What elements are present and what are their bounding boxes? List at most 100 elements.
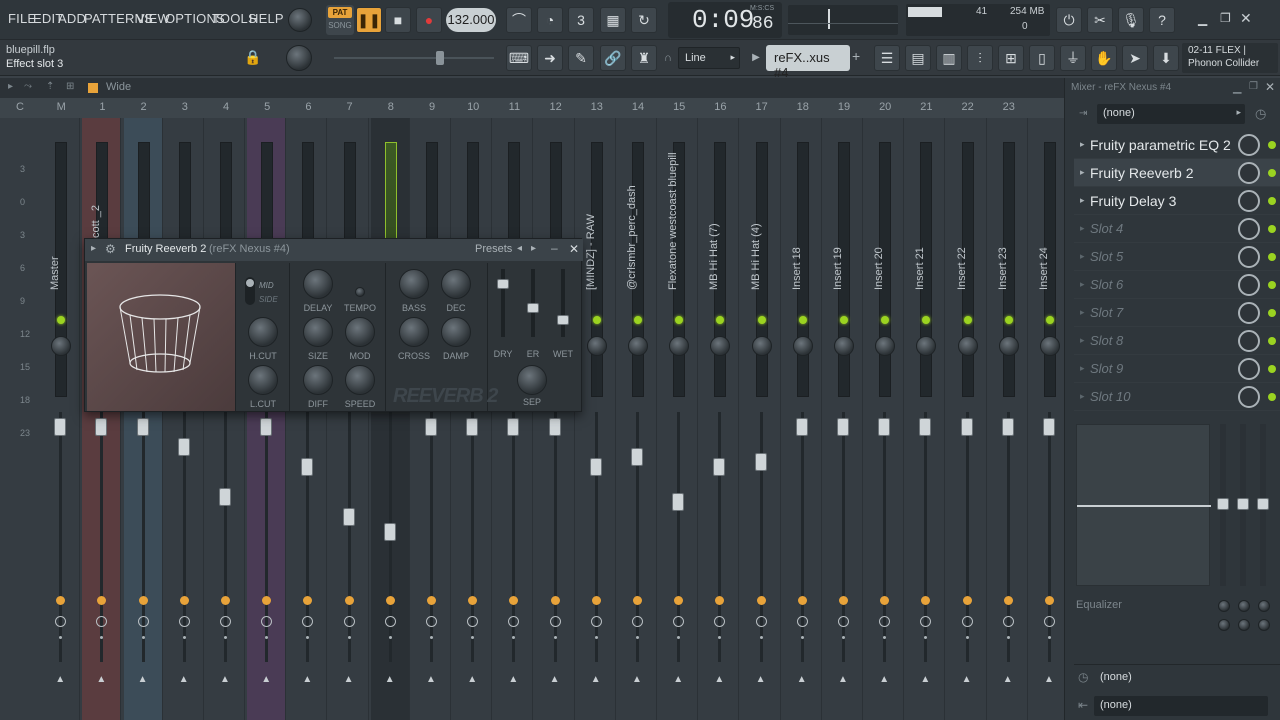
effect-slot-4[interactable]: ▸ Slot 4 <box>1074 215 1280 243</box>
mixer-strip-5[interactable]: 3▲ <box>206 118 245 720</box>
volume-fader[interactable] <box>1043 418 1055 436</box>
plugin-picker-button[interactable]: ▯ <box>1029 45 1055 71</box>
cut-button[interactable]: ✂ <box>1087 7 1113 33</box>
pan-knob[interactable] <box>792 336 813 356</box>
minimize-icon[interactable]: – <box>551 241 558 255</box>
route-arrow-icon[interactable]: ▲ <box>962 674 972 685</box>
draw-tool-button[interactable]: ✎ <box>568 45 594 71</box>
mixer-strip-18[interactable]: MB Hi Hat (4) ▲ <box>742 118 781 720</box>
next-preset-icon[interactable]: ▸ <box>531 243 536 254</box>
hcut-knob[interactable] <box>248 317 278 347</box>
route-arrow-icon[interactable]: ▲ <box>714 674 724 685</box>
view-icon[interactable]: ⤳ <box>24 81 32 92</box>
route-arrow-icon[interactable]: ▲ <box>550 674 560 685</box>
output-selector-1[interactable]: (none) <box>1100 671 1132 683</box>
volume-fader[interactable] <box>672 493 685 511</box>
slot-mix-knob[interactable] <box>1238 274 1260 296</box>
fx-send-led[interactable] <box>756 596 766 605</box>
active-led[interactable] <box>798 316 807 324</box>
fx-send-led[interactable] <box>221 596 230 605</box>
pitch-slider-handle[interactable] <box>436 51 444 65</box>
metronome-button[interactable]: ⌒ <box>506 7 532 33</box>
route-arrow-icon[interactable]: ▲ <box>55 674 65 685</box>
fx-send-led[interactable] <box>797 596 807 605</box>
eq-freq-knob-1[interactable] <box>1218 600 1230 612</box>
add-pattern-button[interactable]: + <box>852 48 860 64</box>
view-mode-label[interactable]: Wide <box>106 81 131 93</box>
route-knob[interactable] <box>178 616 190 627</box>
fx-send-led[interactable] <box>344 596 354 605</box>
volume-fader[interactable] <box>95 418 108 436</box>
dec-knob[interactable] <box>441 269 471 299</box>
eq-bw-knob-3[interactable] <box>1258 619 1270 631</box>
fx-send-led[interactable] <box>385 596 395 605</box>
volume-fader[interactable] <box>631 448 643 466</box>
volume-fader[interactable] <box>301 458 314 476</box>
stamp-button[interactable]: ♜ <box>631 45 657 71</box>
effect-slot-1[interactable]: ▸ Fruity parametric EQ 2 <box>1074 131 1280 159</box>
fx-send-led[interactable] <box>839 596 848 605</box>
fx-send-led[interactable] <box>674 596 684 605</box>
active-led[interactable] <box>840 316 848 324</box>
slot-expand-icon[interactable]: ▸ <box>1080 391 1085 402</box>
speed-knob[interactable] <box>345 365 375 395</box>
pan-knob[interactable] <box>628 336 648 356</box>
channel-rack-button[interactable]: ▥ <box>936 45 962 71</box>
route-arrow-icon[interactable]: ▲ <box>838 674 848 685</box>
slot-enable-led[interactable] <box>1268 141 1276 149</box>
presets-button[interactable]: Presets <box>475 243 512 255</box>
sep-knob[interactable] <box>517 365 547 395</box>
route-knob[interactable] <box>755 616 767 627</box>
pitch-slider-track[interactable] <box>334 57 494 59</box>
route-arrow-icon[interactable]: ▲ <box>1003 674 1013 685</box>
route-knob[interactable] <box>920 616 932 627</box>
route-arrow-icon[interactable]: ▲ <box>261 674 271 685</box>
countdown-button[interactable]: 3 <box>568 7 594 33</box>
mixer-strip-11[interactable]: ▲ <box>453 118 493 720</box>
close-icon[interactable]: ✕ <box>569 242 579 256</box>
route-arrow-icon[interactable]: ▲ <box>344 674 354 685</box>
fx-send-led[interactable] <box>1045 596 1054 605</box>
route-arrow-icon[interactable]: ▲ <box>1044 674 1054 685</box>
fx-send-led[interactable] <box>550 596 560 605</box>
close-button[interactable]: ✕ <box>1240 10 1252 27</box>
volume-fader[interactable] <box>795 418 808 436</box>
route-arrow-icon[interactable]: ▲ <box>879 674 889 685</box>
route-arrow-icon[interactable]: ▲ <box>797 674 807 685</box>
record-button[interactable]: ● <box>416 7 442 33</box>
eq-bw-knob-2[interactable] <box>1238 619 1250 631</box>
song-position-slider[interactable] <box>788 5 898 35</box>
route-arrow-icon[interactable]: ▲ <box>385 674 395 685</box>
slot-expand-icon[interactable]: ▸ <box>1080 307 1085 318</box>
route-knob[interactable] <box>1002 616 1014 627</box>
eq-bw-knob-1[interactable] <box>1218 619 1230 631</box>
pan-knob[interactable] <box>669 336 690 356</box>
eq-band-high-slider[interactable] <box>1257 498 1269 510</box>
fx-send-led[interactable] <box>633 596 642 605</box>
prev-preset-icon[interactable]: ◂ <box>517 243 522 254</box>
route-knob[interactable] <box>879 616 891 627</box>
slot-expand-icon[interactable]: ▸ <box>1080 139 1085 150</box>
route-arrow-icon[interactable]: ▲ <box>220 674 230 685</box>
route-knob[interactable] <box>838 616 849 627</box>
mixer-strip-3[interactable]: 1▲ <box>123 118 163 720</box>
route-knob[interactable] <box>55 616 67 627</box>
fx-send-led[interactable] <box>591 596 601 605</box>
browser-button[interactable]: ⊞ <box>998 45 1024 71</box>
route-arrow-icon[interactable]: ▲ <box>96 674 106 685</box>
link-button[interactable]: 🔗 <box>600 45 626 71</box>
effect-slot-9[interactable]: ▸ Slot 9 <box>1074 355 1280 383</box>
cpu-ram-monitor[interactable]: 41 254 MB 0 <box>906 4 1050 36</box>
route-knob[interactable] <box>220 616 231 627</box>
route-knob[interactable] <box>302 616 314 627</box>
fx-send-led[interactable] <box>509 596 519 605</box>
size-knob[interactable] <box>303 317 333 347</box>
active-led[interactable] <box>592 316 601 324</box>
mixer-strip-14[interactable]: [MINDZ] - RAW ▲ <box>577 118 616 720</box>
route-arrow-icon[interactable]: ▲ <box>302 674 312 685</box>
mixer-strip-1[interactable]: Master ▲ <box>41 118 81 720</box>
slot-enable-led[interactable] <box>1268 309 1276 317</box>
menu-help[interactable]: HELP <box>249 11 284 26</box>
pan-knob[interactable] <box>834 336 854 356</box>
route-arrow-icon[interactable]: ▲ <box>179 674 189 685</box>
